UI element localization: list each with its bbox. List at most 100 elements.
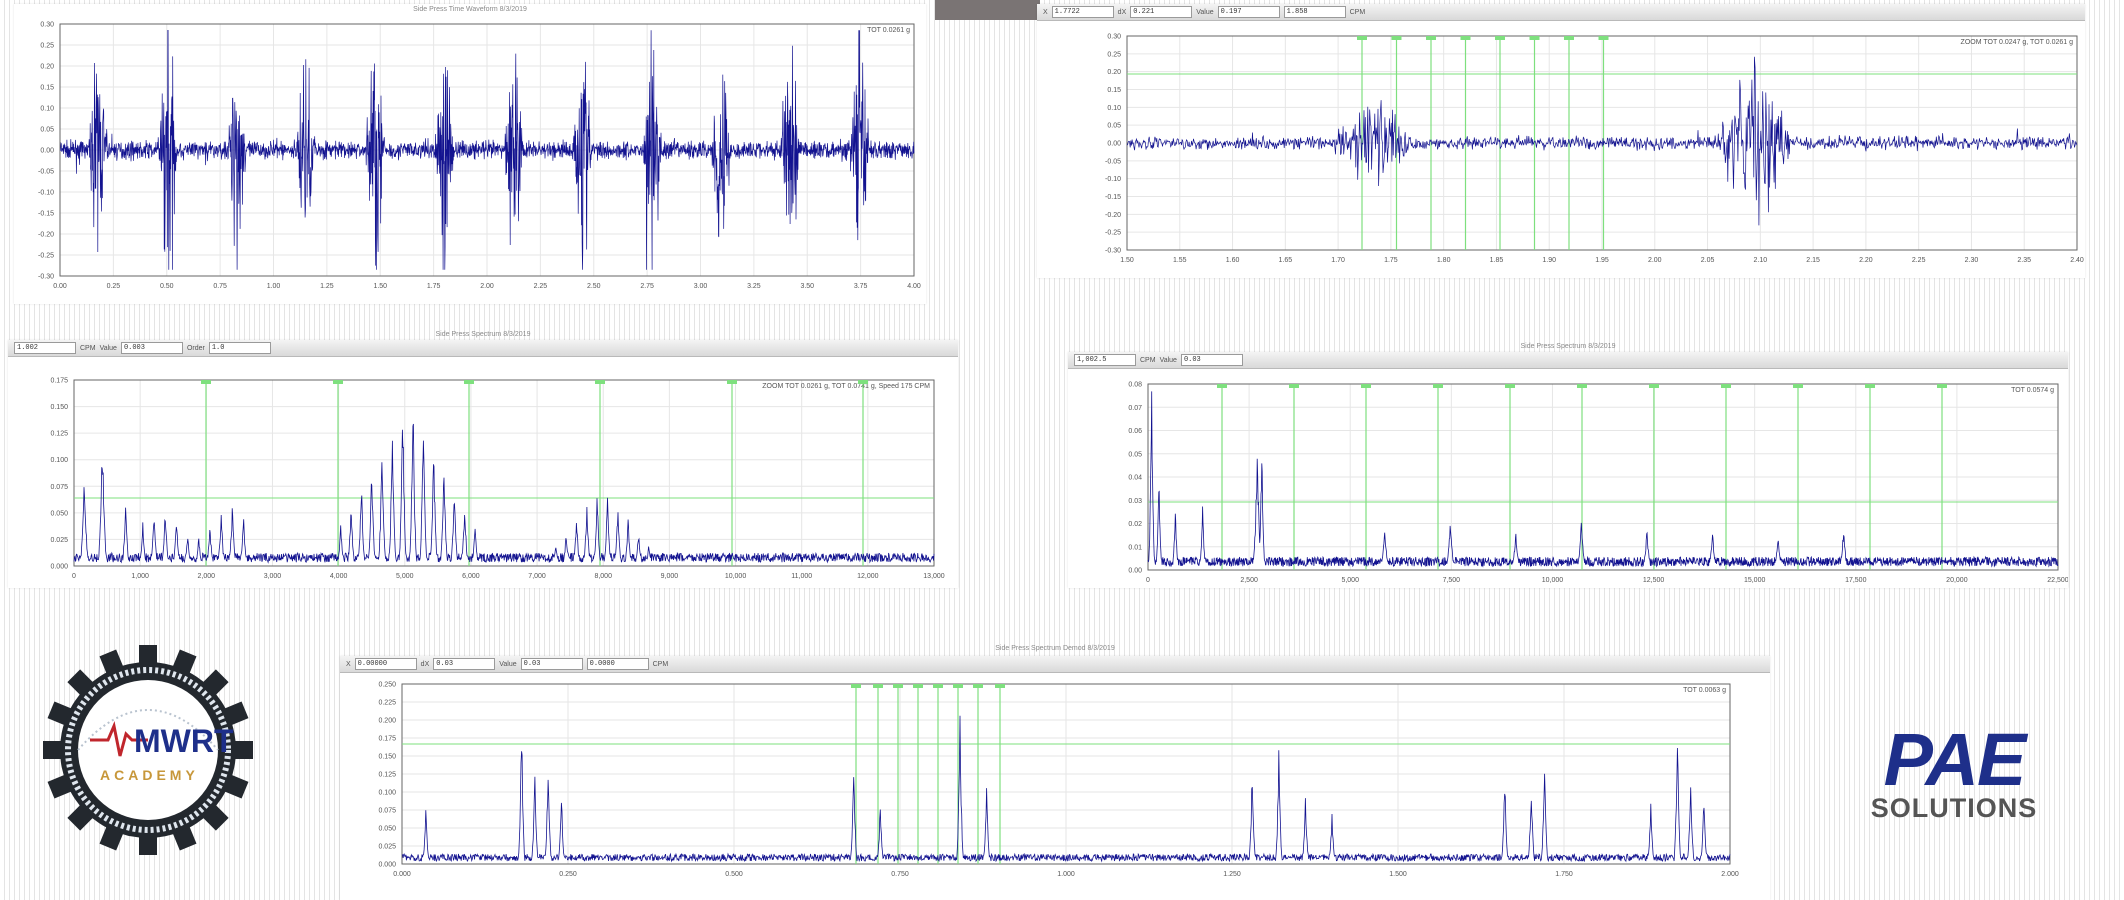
cursor-flag[interactable] (727, 380, 737, 384)
cursor-flag[interactable] (1357, 36, 1367, 40)
x-tick-label: 2,500 (1240, 577, 1258, 584)
cursor-flag[interactable] (893, 684, 903, 688)
cursor-flag[interactable] (1391, 36, 1402, 40)
pae-wordmark: PAE (1884, 725, 2029, 795)
spectrum-panel-right: Side Press Spectrum 8/3/2019 1,002.5 CPM… (1068, 343, 2068, 588)
x-tick-label: 4.00 (907, 283, 921, 290)
x-tick-label: 1,000 (131, 573, 149, 580)
x-tick-label: 2.25 (1912, 257, 1926, 264)
cursor-flag[interactable] (973, 684, 983, 688)
x-tick-label: 7,500 (1443, 577, 1461, 584)
cursor-flag[interactable] (1937, 384, 1947, 388)
cursor-flag[interactable] (333, 380, 343, 384)
cursor-flag[interactable] (933, 684, 943, 688)
spectrum-trace (1147, 391, 2059, 568)
cursor-flag[interactable] (851, 684, 861, 688)
cursor-flag[interactable] (995, 684, 1005, 688)
x-tick-label: 5,000 (396, 573, 414, 580)
plot-frame: 0.250 0.225 0.200 0.175 0.150 0.125 0.100 0.075… (378, 682, 1738, 879)
total-readout: ZOOM TOT 0.0261 g, TOT 0.0741 g, Speed 1… (762, 383, 930, 390)
x-tick-label: 1.90 (1542, 257, 1556, 264)
x-tick-label: 7,000 (528, 573, 546, 580)
cursor-flag[interactable] (1649, 384, 1659, 388)
x-tick-label: 0.250 (559, 871, 577, 878)
y-tick-label: 0.125 (50, 431, 68, 438)
y-tick-label: 0.075 (50, 484, 68, 491)
x-tick-label: 1.70 (1331, 257, 1345, 264)
plot-frame: 0.08 0.07 0.06 0.05 0.04 0.03 0.02 0.01 0.00 0 2,5… (1128, 382, 2068, 585)
mwrt-subtitle: ACADEMY (100, 767, 199, 783)
time-waveform-chart[interactable]: 0.30 0.25 0.20 0.15 0.10 0.05 0.00 -0.05 -0.10 -0… (14, 4, 926, 304)
y-tick-label: 0.05 (40, 127, 54, 134)
mwrt-wordmark: MWRT (134, 723, 234, 759)
y-tick-label: 0.25 (40, 43, 54, 50)
cursor-flag[interactable] (1289, 384, 1299, 388)
cursor-flag[interactable] (464, 380, 474, 384)
x-tick-label: 0 (72, 573, 76, 580)
cursor-flag[interactable] (953, 684, 963, 688)
y-tick-label: -0.10 (1105, 176, 1121, 183)
y-tick-label: 0.15 (1107, 87, 1121, 94)
cursor-flag[interactable] (1505, 384, 1515, 388)
x-tick-label: 0.500 (725, 871, 743, 878)
cursor-flag[interactable] (873, 684, 883, 688)
x-tick-label: 1.000 (1057, 871, 1075, 878)
cursor-flag[interactable] (1217, 384, 1227, 388)
y-tick-label: 0.100 (50, 457, 68, 464)
y-tick-label: 0.175 (50, 378, 68, 385)
total-readout: ZOOM TOT 0.0247 g, TOT 0.0261 g (1961, 39, 2074, 46)
y-tick-label: 0.10 (40, 106, 54, 113)
cursor-flag[interactable] (1793, 384, 1803, 388)
y-tick-label: -0.05 (38, 169, 54, 176)
x-tick-label: 6,000 (462, 573, 480, 580)
cursor-flag[interactable] (1721, 384, 1731, 388)
cursor-flag[interactable] (1564, 36, 1574, 40)
y-tick-label: 0.050 (378, 826, 396, 833)
cursor-flag[interactable] (1460, 36, 1471, 40)
cursor-flag[interactable] (1577, 384, 1587, 388)
cursor-flag[interactable] (1495, 36, 1505, 40)
y-tick-label: 0.150 (378, 754, 396, 761)
x-tick-label: 1.75 (1384, 257, 1398, 264)
pae-subtitle: SOLUTIONS (1870, 793, 2038, 823)
mwrt-academy-logo: MWRT ACADEMY (38, 640, 258, 860)
x-tick-label: 15,000 (1744, 577, 1766, 584)
y-tick-label: -0.15 (1105, 194, 1121, 201)
y-tick-label: -0.15 (38, 211, 54, 218)
y-tick-label: 0.06 (1128, 428, 1142, 435)
zoom-waveform-chart[interactable]: 0.30 0.25 0.20 0.15 0.10 0.05 0.00 -0.05 -0.10 -0… (1037, 4, 2085, 278)
cursor-flag[interactable] (1361, 384, 1371, 388)
y-tick-label: 0.04 (1128, 475, 1142, 482)
cursor-flag[interactable] (858, 380, 868, 384)
cursor-flag[interactable] (1433, 384, 1443, 388)
x-tick-label: 1.60 (1226, 257, 1240, 264)
spectrum-trace (73, 423, 935, 564)
x-tick-label: 5,000 (1341, 577, 1359, 584)
x-tick-label: 8,000 (594, 573, 612, 580)
y-tick-label: 0.03 (1128, 498, 1142, 505)
x-tick-label: 22,500 (2047, 577, 2068, 584)
y-tick-label: 0.050 (50, 510, 68, 517)
y-tick-label: 0.000 (50, 564, 68, 571)
cursor-flag[interactable] (913, 684, 923, 688)
x-tick-label: 0.50 (160, 283, 174, 290)
cursor-flag[interactable] (201, 380, 211, 384)
y-tick-label: -0.25 (38, 253, 54, 260)
y-tick-label: 0.20 (1107, 69, 1121, 76)
pae-solutions-logo: PAE SOLUTIONS (1848, 718, 2060, 825)
y-tick-label: 0.01 (1128, 544, 1142, 551)
y-tick-label: 0.00 (40, 148, 54, 155)
cursor-flag[interactable] (595, 380, 605, 384)
cursor-flag[interactable] (1865, 384, 1875, 388)
y-tick-label: 0.025 (378, 844, 396, 851)
cursor-flag[interactable] (1426, 36, 1436, 40)
demod-spectrum-chart[interactable]: 0.250 0.225 0.200 0.175 0.150 0.125 0.100 0.075… (340, 656, 1770, 900)
total-readout: TOT 0.0574 g (2011, 387, 2054, 394)
zoom-waveform-panel: X 1.7722 dX 0.221 Value 0.197 1.858 CPM … (1037, 4, 2085, 278)
cursor-flag[interactable] (1529, 36, 1540, 40)
spectrum-chart-right[interactable]: 0.08 0.07 0.06 0.05 0.04 0.03 0.02 0.01 0.00 0 2,5… (1068, 352, 2068, 588)
cursor-flag[interactable] (1598, 36, 1609, 40)
spectrum-chart-left[interactable]: 0.175 0.150 0.125 0.100 0.075 0.050 0.025 0.000… (8, 340, 958, 588)
x-tick-label: 0.000 (393, 871, 411, 878)
x-tick-label: 1.250 (1223, 871, 1241, 878)
